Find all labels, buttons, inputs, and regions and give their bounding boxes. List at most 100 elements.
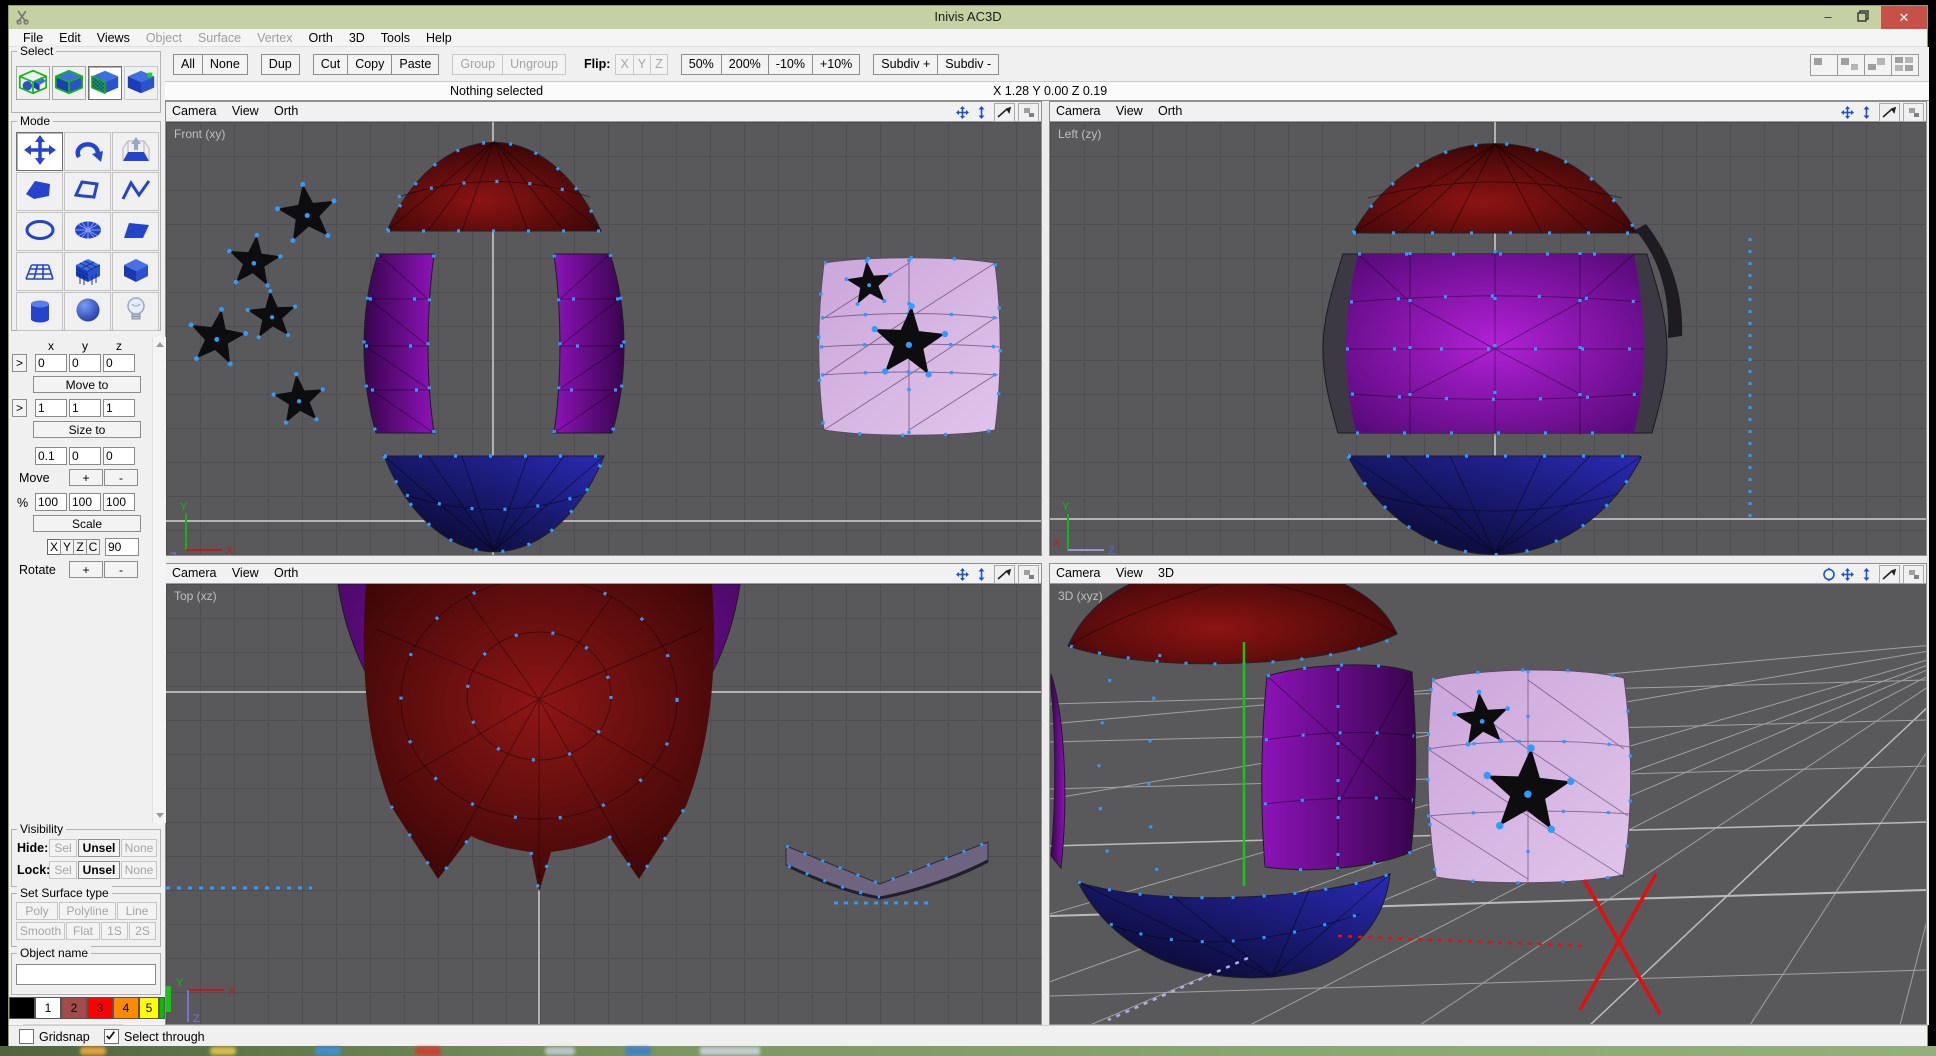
mode-polygon-button[interactable] <box>16 172 63 211</box>
palette-swatch-black[interactable] <box>9 997 35 1019</box>
zoom-icon[interactable] <box>972 566 991 583</box>
maximize-viewport-icon[interactable] <box>1903 565 1924 584</box>
moveto-y-input[interactable] <box>69 354 101 372</box>
zoom-plus10-button[interactable]: +10% <box>812 54 860 75</box>
menu-views[interactable]: Views <box>89 31 138 45</box>
palette-swatch-3[interactable]: 3 <box>87 997 113 1019</box>
mode-sphere-button[interactable] <box>64 292 111 331</box>
flip-y-button[interactable]: Y <box>633 54 651 75</box>
palette-swatch-5[interactable]: 5 <box>139 997 159 1019</box>
rotate-minus-button[interactable]: - <box>104 561 138 578</box>
object-name-input[interactable] <box>16 964 156 985</box>
palette-swatch-1[interactable]: 1 <box>35 997 61 1019</box>
mode-polygon-outline-button[interactable] <box>64 172 111 211</box>
lock-sel-button[interactable]: Sel <box>49 861 77 879</box>
close-button[interactable]: ✕ <box>1881 6 1927 29</box>
pan-icon[interactable] <box>953 104 972 121</box>
dup-button[interactable]: Dup <box>261 54 300 75</box>
taskbar-icon[interactable] <box>210 1047 236 1055</box>
pan-icon[interactable] <box>1838 566 1857 583</box>
menu-file[interactable]: File <box>15 31 51 45</box>
cut-button[interactable]: Cut <box>313 54 348 75</box>
subdiv-plus-button[interactable]: Subdiv + <box>873 54 938 75</box>
mode-gridded-cube-button[interactable] <box>64 252 111 291</box>
viewport-menu-orth[interactable]: Orth <box>1152 104 1188 118</box>
layout-three-button[interactable] <box>1864 54 1892 76</box>
zoom-icon[interactable] <box>972 104 991 121</box>
viewport-menu-3d[interactable]: 3D <box>1152 566 1180 580</box>
maximize-viewport-icon[interactable] <box>1018 565 1039 584</box>
maximize-viewport-icon[interactable] <box>1903 103 1924 122</box>
viewport-menu-camera[interactable]: Camera <box>1050 566 1106 580</box>
scale-x-input[interactable] <box>35 493 67 511</box>
windows-taskbar[interactable] <box>0 1046 1936 1056</box>
move-z-input[interactable] <box>103 447 135 465</box>
fit-view-icon[interactable] <box>1879 103 1900 122</box>
moveto-expand-button[interactable]: > <box>12 354 27 372</box>
select-all-button[interactable]: All <box>173 54 203 75</box>
taskbar-icon[interactable] <box>315 1047 341 1055</box>
surface-poly-button[interactable]: Poly <box>16 902 58 920</box>
viewport-menu-camera[interactable]: Camera <box>1050 104 1106 118</box>
menu-surface[interactable]: Surface <box>190 31 249 45</box>
fit-view-icon[interactable] <box>1879 565 1900 584</box>
palette-swatch-2[interactable]: 2 <box>61 997 87 1019</box>
surface-line-button[interactable]: Line <box>117 902 157 920</box>
mode-light-button[interactable] <box>112 292 159 331</box>
zoom-icon[interactable] <box>1857 566 1876 583</box>
palette-swatch-6[interactable] <box>159 997 165 1019</box>
flip-z-button[interactable]: Z <box>650 54 668 75</box>
zoom-200-button[interactable]: 200% <box>721 54 769 75</box>
menu-object[interactable]: Object <box>138 31 190 45</box>
restore-button[interactable] <box>1847 6 1879 29</box>
select-none-button[interactable]: None <box>202 54 248 75</box>
viewport-menu-view[interactable]: View <box>1110 566 1149 580</box>
sizeto-x-input[interactable] <box>35 399 67 417</box>
scale-z-input[interactable] <box>103 493 135 511</box>
mode-polyline-button[interactable] <box>112 172 159 211</box>
viewport-menu-camera[interactable]: Camera <box>166 104 222 118</box>
select-vertex-mode-button[interactable] <box>124 66 158 100</box>
rotate-axis-y-button[interactable]: Y <box>60 539 74 555</box>
viewport-menu-orth[interactable]: Orth <box>268 566 304 580</box>
select-surface-mode-button[interactable] <box>88 66 122 100</box>
move-y-input[interactable] <box>69 447 101 465</box>
flip-x-button[interactable]: X <box>615 54 633 75</box>
fit-view-icon[interactable] <box>994 565 1015 584</box>
move-x-input[interactable] <box>35 447 67 465</box>
zoom-icon[interactable] <box>1857 104 1876 121</box>
lock-unsel-button[interactable]: Unsel <box>78 861 120 879</box>
rotate-axis-c-button[interactable]: C <box>86 539 100 555</box>
viewport-menu-camera[interactable]: Camera <box>166 566 222 580</box>
surface-1s-button[interactable]: 1S <box>101 922 128 940</box>
subdiv-minus-button[interactable]: Subdiv - <box>937 54 999 75</box>
moveto-x-input[interactable] <box>35 354 67 372</box>
ungroup-button[interactable]: Ungroup <box>502 54 566 75</box>
taskbar-icon[interactable] <box>625 1047 651 1055</box>
pan-icon[interactable] <box>953 566 972 583</box>
mode-ellipse-button[interactable] <box>16 212 63 251</box>
surface-2s-button[interactable]: 2S <box>129 922 156 940</box>
group-button[interactable]: Group <box>452 54 503 75</box>
mode-rotate-button[interactable] <box>64 132 111 171</box>
viewport-3d-canvas[interactable]: 3D (xyz) <box>1050 584 1926 1024</box>
scale-y-input[interactable] <box>69 493 101 511</box>
select-through-checkbox[interactable]: Select through <box>104 1029 205 1044</box>
minimize-button[interactable]: – <box>1813 6 1843 29</box>
orbit-icon[interactable] <box>1819 566 1838 583</box>
palette-swatch-4[interactable]: 4 <box>113 997 139 1019</box>
viewport-left-canvas[interactable]: Left (zy) <box>1050 122 1926 555</box>
surface-flat-button[interactable]: Flat <box>66 922 100 940</box>
fit-view-icon[interactable] <box>994 103 1015 122</box>
viewport-top-canvas[interactable]: Top (xz) <box>166 584 1041 1024</box>
maximize-viewport-icon[interactable] <box>1018 103 1039 122</box>
gridsnap-checkbox-box[interactable] <box>19 1029 34 1044</box>
mode-mesh-button[interactable] <box>16 252 63 291</box>
scroll-down-icon[interactable] <box>156 813 164 818</box>
select-through-checkbox-box[interactable] <box>104 1029 119 1044</box>
viewport-front-canvas[interactable]: Front (xy) <box>166 122 1041 555</box>
copy-button[interactable]: Copy <box>347 54 392 75</box>
menu-edit[interactable]: Edit <box>51 31 89 45</box>
viewport-menu-view[interactable]: View <box>1110 104 1149 118</box>
mode-disk-button[interactable] <box>64 212 111 251</box>
